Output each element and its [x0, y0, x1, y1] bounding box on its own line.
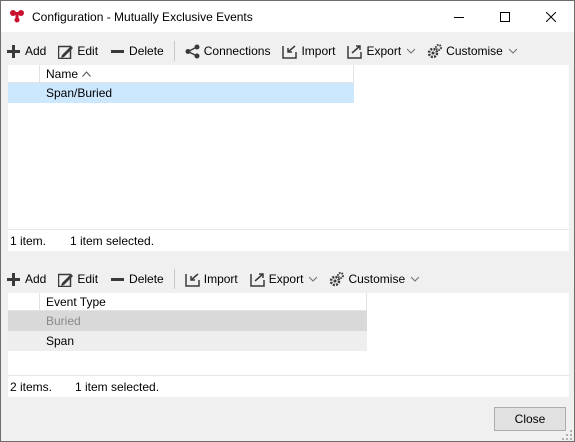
- add-button[interactable]: Add: [2, 267, 50, 291]
- gears-icon: [329, 271, 345, 287]
- column-header-name[interactable]: Name: [40, 65, 354, 83]
- add-label: Add: [25, 272, 47, 286]
- bottom-status-bar: 2 items. 1 item selected.: [8, 375, 569, 397]
- edit-label: Edit: [77, 272, 99, 286]
- chevron-down-icon: [411, 275, 420, 283]
- maximize-icon: [500, 11, 510, 22]
- grid-header: Event Type: [8, 293, 367, 311]
- title-bar[interactable]: Configuration - Mutually Exclusive Event…: [1, 1, 574, 32]
- export-label: Export: [268, 272, 304, 286]
- events-group-grid[interactable]: Name Span/Buried: [8, 65, 569, 229]
- share-icon: [185, 44, 200, 59]
- dialog-window: Configuration - Mutually Exclusive Event…: [0, 0, 575, 442]
- import-icon: [282, 44, 298, 59]
- customise-button[interactable]: Customise: [423, 39, 521, 63]
- bottom-toolbar: Add Edit Delete Import Export Customise: [2, 266, 573, 292]
- item-count: 2 items.: [10, 379, 53, 394]
- row-cell-event-type: Buried: [46, 314, 81, 328]
- export-button[interactable]: Export: [343, 39, 419, 63]
- edit-label: Edit: [77, 44, 99, 58]
- minimize-icon: [454, 16, 464, 18]
- close-window-button[interactable]: [528, 1, 574, 32]
- close-label: Close: [514, 412, 546, 426]
- column-header-label: Event Type: [46, 294, 106, 309]
- edit-icon: [58, 44, 74, 59]
- top-toolbar: Add Edit Delete Connections Import Expor…: [2, 38, 573, 64]
- connections-button[interactable]: Connections: [181, 39, 275, 63]
- minus-icon: [110, 44, 125, 59]
- add-button[interactable]: Add: [2, 39, 50, 63]
- import-icon: [184, 272, 200, 287]
- column-header-event-type[interactable]: Event Type: [40, 293, 367, 311]
- add-label: Add: [25, 44, 47, 58]
- maximize-button[interactable]: [482, 1, 528, 32]
- customise-label: Customise: [348, 272, 406, 286]
- chevron-down-icon: [508, 47, 517, 55]
- edit-icon: [58, 272, 74, 287]
- delete-label: Delete: [129, 272, 164, 286]
- close-button[interactable]: Close: [494, 407, 566, 431]
- export-icon: [347, 44, 363, 59]
- row-indicator-header: [8, 293, 40, 311]
- minimize-button[interactable]: [436, 1, 482, 32]
- item-count: 1 item.: [10, 233, 47, 248]
- export-button[interactable]: Export: [246, 267, 322, 291]
- delete-button[interactable]: Delete: [106, 39, 168, 63]
- export-label: Export: [366, 44, 402, 58]
- plus-icon: [6, 44, 21, 59]
- export-icon: [250, 272, 265, 287]
- delete-label: Delete: [129, 44, 164, 58]
- gears-icon: [427, 43, 443, 59]
- selected-count: 1 item selected.: [75, 379, 160, 394]
- resize-grip-icon[interactable]: [561, 429, 573, 441]
- event-types-grid[interactable]: Event Type Buried Span: [8, 293, 569, 375]
- toolbar-separator: [173, 269, 175, 289]
- import-label: Import: [301, 44, 336, 58]
- import-button[interactable]: Import: [181, 267, 242, 291]
- customise-button[interactable]: Customise: [325, 267, 423, 291]
- chevron-down-icon: [309, 275, 318, 283]
- edit-button[interactable]: Edit: [54, 39, 102, 63]
- delete-button[interactable]: Delete: [106, 267, 168, 291]
- connections-label: Connections: [203, 44, 271, 58]
- row-cell-name: Span/Buried: [46, 86, 113, 100]
- window-title: Configuration - Mutually Exclusive Event…: [32, 10, 253, 24]
- row-cell-event-type: Span: [46, 334, 75, 348]
- plus-icon: [6, 272, 21, 287]
- table-row[interactable]: Span/Buried: [8, 83, 354, 103]
- app-logo-icon: [10, 10, 24, 23]
- sort-ascending-icon: [82, 70, 91, 77]
- table-row[interactable]: Buried: [8, 311, 367, 331]
- minus-icon: [110, 272, 125, 287]
- grid-header: Name: [8, 65, 354, 83]
- row-indicator-header: [8, 65, 40, 83]
- top-status-bar: 1 item. 1 item selected.: [8, 229, 569, 251]
- customise-label: Customise: [446, 44, 503, 58]
- table-row[interactable]: Span: [8, 331, 367, 351]
- column-header-label: Name: [46, 66, 79, 81]
- close-icon: [546, 11, 556, 22]
- selected-count: 1 item selected.: [70, 233, 155, 248]
- toolbar-separator: [173, 41, 175, 61]
- import-button[interactable]: Import: [278, 39, 339, 63]
- chevron-down-icon: [407, 47, 416, 55]
- edit-button[interactable]: Edit: [54, 267, 102, 291]
- import-label: Import: [203, 272, 238, 286]
